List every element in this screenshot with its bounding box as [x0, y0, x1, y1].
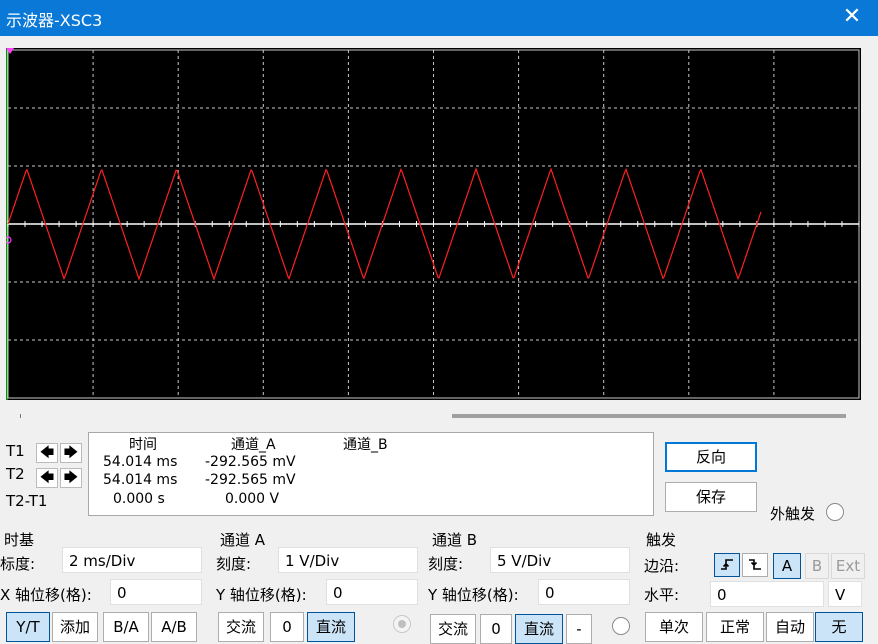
row3-time: 0.000 s: [113, 491, 165, 507]
row2-channel-a: -292.565 mV: [205, 472, 296, 488]
trigger-normal-button[interactable]: 正常: [706, 612, 764, 642]
ext-trigger-label: 外触发: [770, 505, 816, 523]
reverse-button[interactable]: 反向: [665, 442, 757, 472]
t2-left-arrow-icon[interactable]: 🡄: [36, 468, 58, 488]
oscilloscope-grid: [6, 48, 860, 400]
t1-left-arrow-icon[interactable]: 🡄: [36, 443, 58, 463]
header-channel-b: 通道_B: [343, 437, 388, 453]
header-time: 时间: [129, 437, 157, 453]
t2-right-arrow-icon[interactable]: 🡆: [60, 468, 82, 488]
row1-time: 54.014 ms: [103, 454, 178, 470]
title-bar: 示波器-XSC3 ✕: [0, 0, 878, 36]
falling-edge-glyph-icon: [749, 559, 761, 570]
trigger-level-label: 水平:: [644, 586, 680, 604]
trigger-level-unit: V: [828, 581, 862, 607]
channel-b-zero-button[interactable]: 0: [480, 614, 512, 644]
channel-a-zero-button[interactable]: 0: [270, 612, 304, 642]
mode-yt-button[interactable]: Y/T: [6, 612, 50, 642]
channel-b-section-title: 通道 B: [432, 531, 478, 549]
channel-a-dc-button[interactable]: 直流: [307, 612, 355, 642]
t1-right-arrow-icon[interactable]: 🡆: [60, 443, 82, 463]
t1-label: T1: [6, 442, 25, 460]
timebase-section-title: 时基: [4, 531, 35, 549]
trigger-source-a-button[interactable]: A: [773, 553, 801, 579]
cursor-controls: T1 🡄 🡆 T2 🡄 🡆 T2-T1: [0, 430, 88, 516]
channel-a-scale-label: 刻度:: [216, 555, 252, 573]
x-position-field[interactable]: 0: [110, 579, 202, 605]
channel-b-dc-button[interactable]: 直流: [515, 614, 563, 644]
trigger-source-b-button[interactable]: B: [805, 553, 829, 579]
mode-ab-button[interactable]: A/B: [151, 612, 197, 642]
trigger-source-ext-button[interactable]: Ext: [831, 553, 865, 579]
row1-channel-a: -292.565 mV: [205, 454, 296, 470]
channel-a-section-title: 通道 A: [220, 531, 266, 549]
row2-time: 54.014 ms: [103, 472, 178, 488]
channel-a-ypos-label: Y 轴位移(格):: [216, 586, 307, 604]
channel-a-indicator: [393, 615, 411, 633]
channel-b-ac-button[interactable]: 交流: [430, 614, 476, 644]
save-button[interactable]: 保存: [665, 482, 757, 512]
channel-a-ypos-field[interactable]: 0: [326, 579, 418, 605]
channel-a-scale-field[interactable]: 1 V/Div: [278, 547, 418, 573]
channel-a-ac-button[interactable]: 交流: [218, 612, 264, 642]
t2-label: T2: [6, 465, 25, 483]
horizontal-scrollbar[interactable]: [0, 408, 872, 426]
trigger-single-button[interactable]: 单次: [645, 612, 703, 642]
trigger-auto-button[interactable]: 自动: [766, 612, 814, 642]
trigger-none-button[interactable]: 无: [815, 612, 863, 642]
channel-b-ypos-label: Y 轴位移(格):: [428, 586, 519, 604]
oscilloscope-screen: [6, 48, 861, 400]
row3-channel-a: 0.000 V: [225, 491, 280, 507]
falling-edge-icon[interactable]: [742, 553, 768, 577]
scrollbar-tick: [20, 414, 21, 418]
window-title: 示波器-XSC3: [6, 11, 103, 30]
ext-trigger-radio[interactable]: [826, 503, 844, 521]
rising-edge-glyph-icon: [721, 559, 733, 570]
channel-b-ypos-field[interactable]: 0: [538, 579, 630, 605]
timebase-scale-field[interactable]: 2 ms/Div: [62, 547, 202, 573]
scrollbar-thumb[interactable]: [452, 414, 846, 418]
mode-add-button[interactable]: 添加: [52, 612, 98, 642]
channel-b-minus-button[interactable]: -: [566, 614, 592, 644]
trigger-section-title: 触发: [646, 531, 677, 549]
x-position-label: X 轴位移(格):: [0, 586, 92, 604]
channel-b-indicator: [612, 617, 630, 635]
timebase-scale-label: 标度:: [0, 555, 36, 573]
rising-edge-icon[interactable]: [714, 553, 740, 577]
measurement-readout: 时间 通道_A 通道_B 54.014 ms -292.565 mV 54.01…: [88, 432, 654, 516]
channel-b-scale-field[interactable]: 5 V/Div: [490, 547, 630, 573]
trigger-level-field[interactable]: 0: [710, 581, 824, 607]
trigger-edge-label: 边沿:: [644, 557, 680, 575]
close-icon[interactable]: ✕: [838, 3, 866, 31]
t2-t1-label: T2-T1: [6, 492, 48, 510]
header-channel-a: 通道_A: [231, 437, 276, 453]
mode-ba-button[interactable]: B/A: [103, 612, 149, 642]
channel-b-scale-label: 刻度:: [428, 555, 464, 573]
